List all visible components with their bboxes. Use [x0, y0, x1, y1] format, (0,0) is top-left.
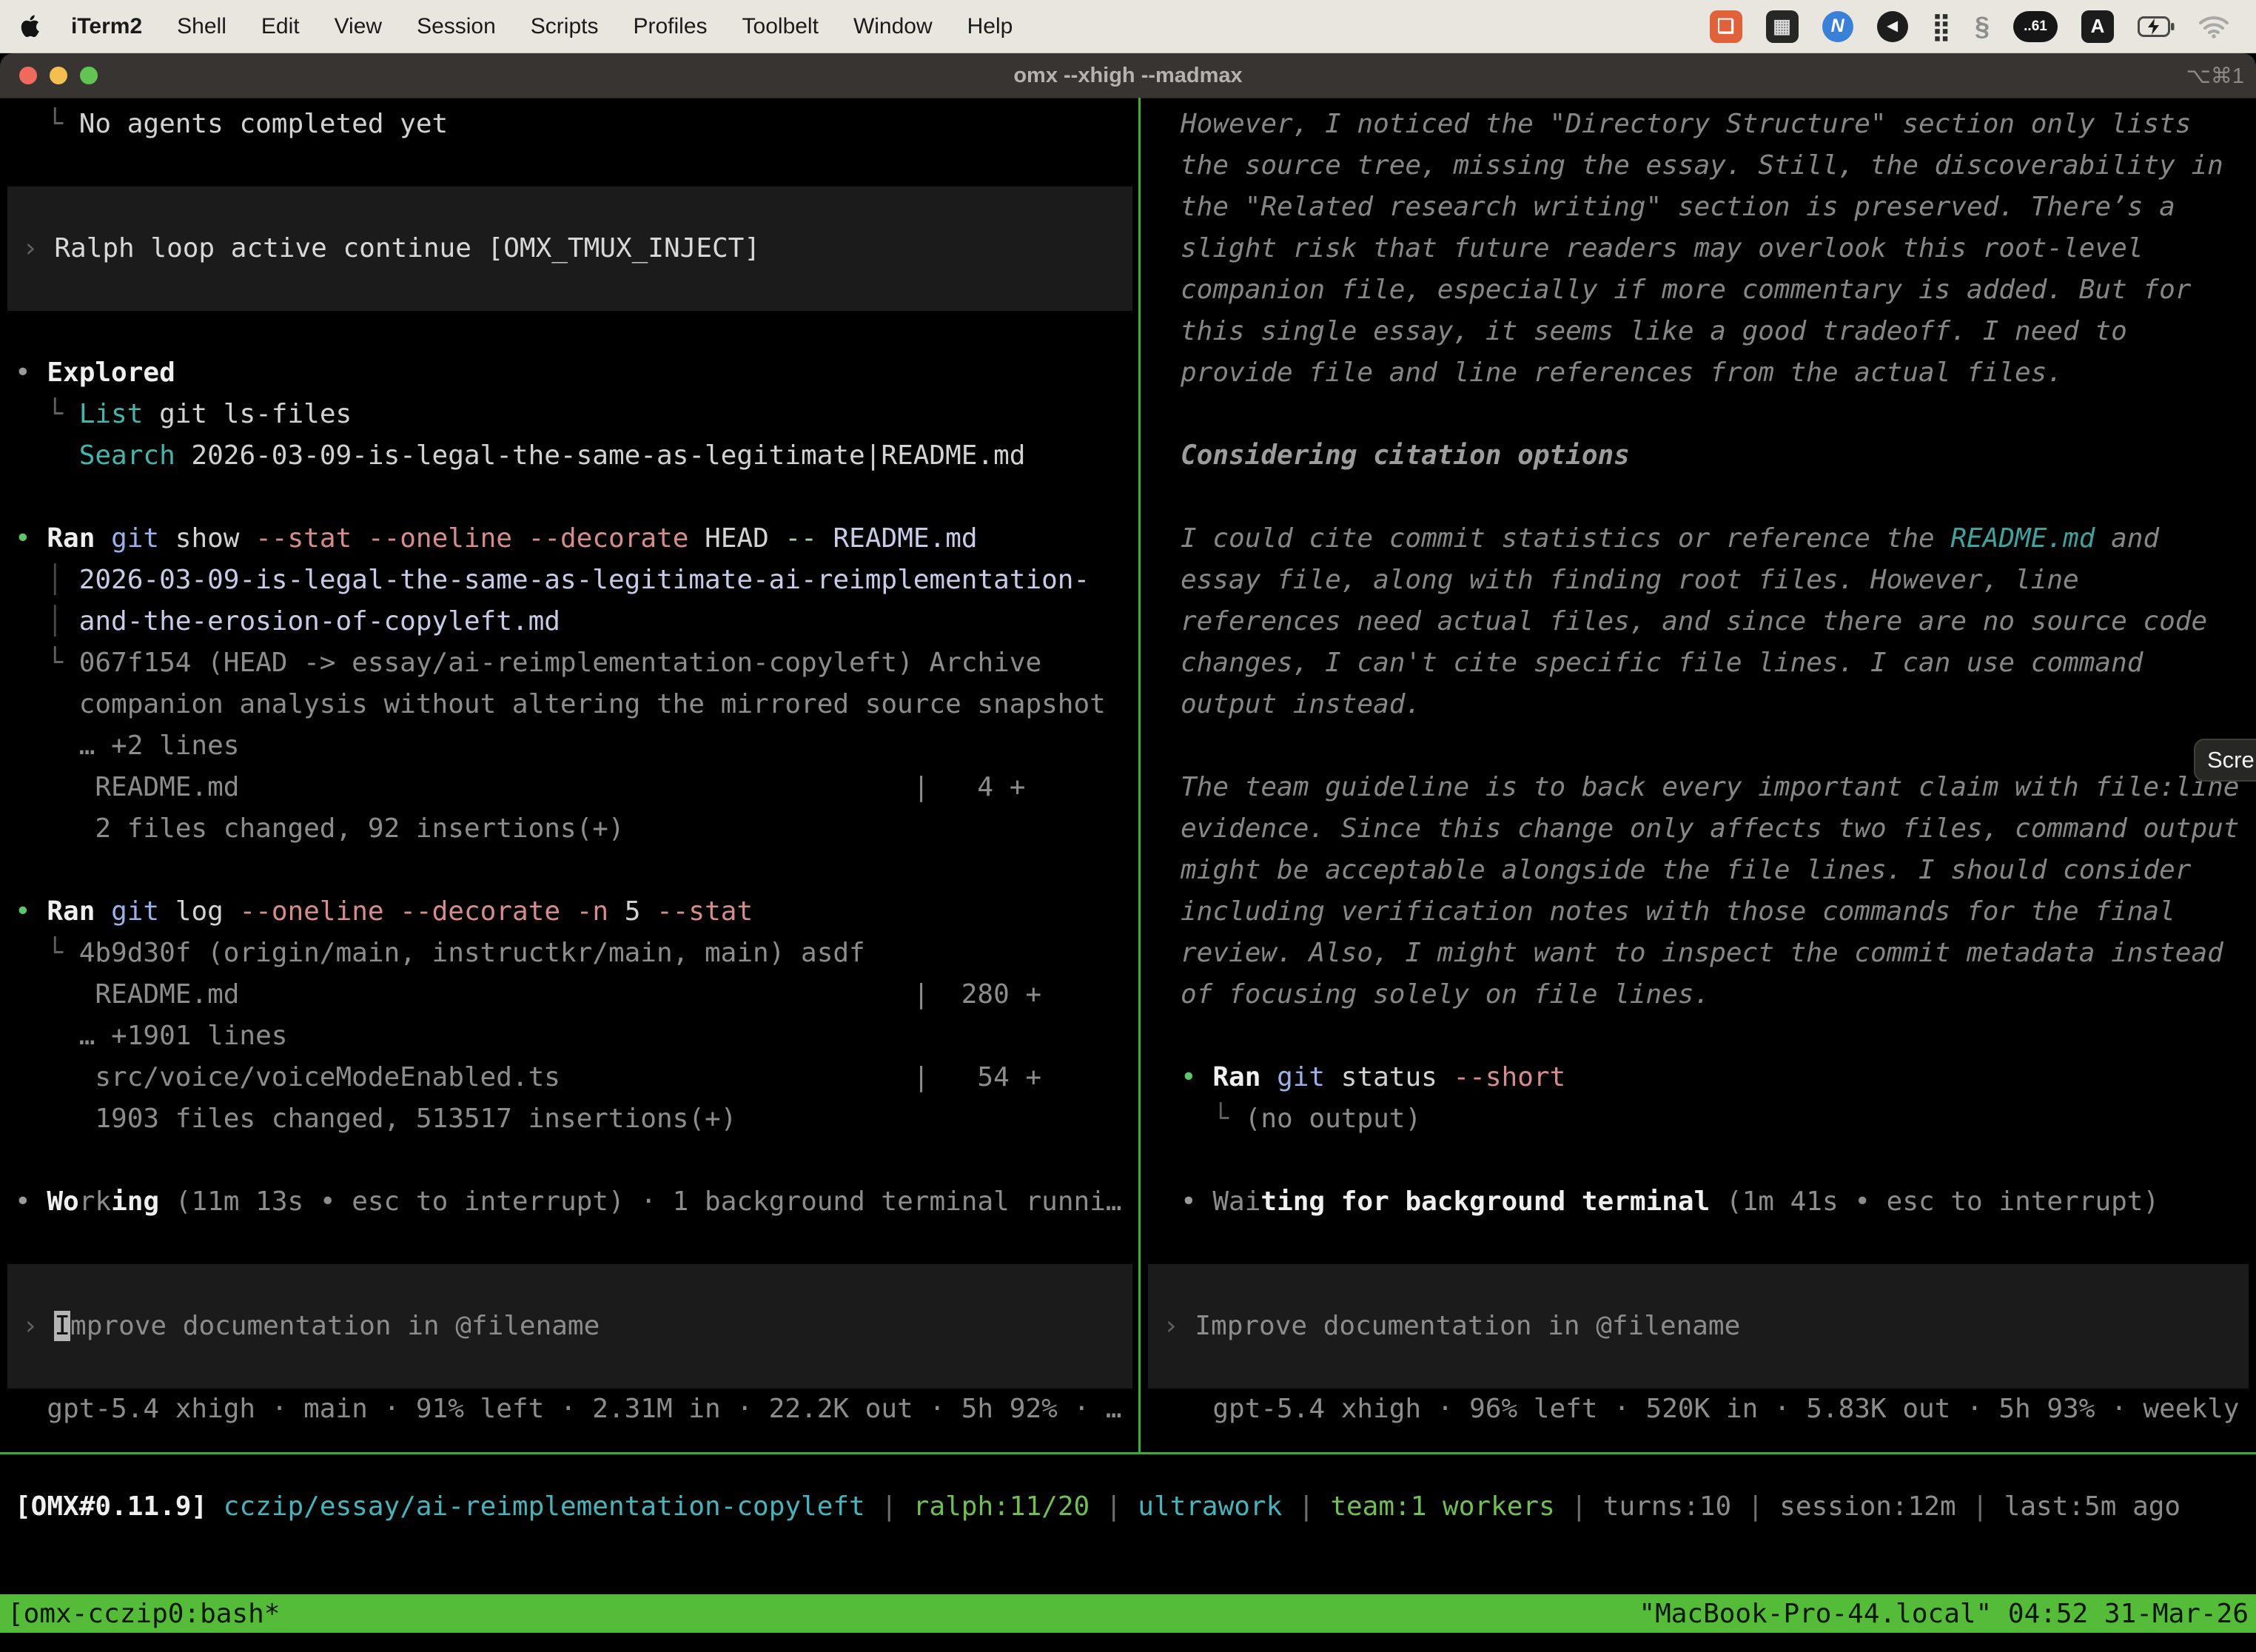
terminal-line: README.md | 4 +: [15, 767, 1138, 808]
terminal-blank-line: [15, 311, 1138, 352]
left-terminal-pane[interactable]: └ No agents completed yet › Ralph loop ac…: [0, 98, 1138, 1452]
terminal-line: … +2 lines: [15, 725, 1138, 767]
prompt[interactable]: › Improve documentation in @filename: [7, 1264, 1132, 1389]
tmux-status-bar: [omx-cczip0:bash* "MacBook-Pro-44.local"…: [0, 1594, 2256, 1633]
menu-help[interactable]: Help: [967, 14, 1013, 39]
window-title: omx --xhigh --madmax: [0, 53, 2256, 98]
terminal-line: … +1901 lines: [15, 1015, 1138, 1057]
terminal-line: changes, I can't cite specific file line…: [1181, 642, 2256, 684]
terminal-line: │ and-the-erosion-of-copyleft.md: [15, 601, 1138, 642]
wifi-icon[interactable]: [2198, 15, 2229, 38]
tmux-session-label: [omx-cczip0:bash*: [7, 1599, 280, 1629]
omx-status-line: [OMX#0.11.9] cczip/essay/ai-reimplementa…: [15, 1486, 2181, 1528]
terminal-line: • Waiting for background terminal (1m 41…: [1181, 1181, 2256, 1223]
terminal-line: provide file and line references from th…: [1181, 352, 2256, 394]
terminal-line: › Improve documentation in @filename: [22, 1306, 600, 1347]
screen: iTerm2 Shell Edit View Session Scripts Profile…: [0, 0, 2256, 1652]
terminal-line: the "Related research writing" section i…: [1181, 187, 2256, 228]
terminal-blank-line: [1181, 477, 2256, 518]
terminal-line: › Improve documentation in @filename: [1163, 1306, 1740, 1347]
terminal-blank-line: [1181, 725, 2256, 767]
terminal-line: output instead.: [1181, 684, 2256, 725]
terminal-line: └ 067f154 (HEAD -> essay/ai-reimplementa…: [15, 642, 1138, 684]
terminal-line: │ 2026-03-09-is-legal-the-same-as-legiti…: [15, 560, 1138, 601]
dark-crescent-icon[interactable]: ◄: [1877, 11, 1908, 42]
terminal-line: └ 4b9d30f (origin/main, instructkr/main,…: [15, 933, 1138, 974]
terminal-line: references need actual files, and since …: [1181, 601, 2256, 642]
blue-n-badge-icon[interactable]: N: [1822, 11, 1853, 42]
terminal-line: essay file, along with finding root file…: [1181, 560, 2256, 601]
terminal-line: └ No agents completed yet: [15, 104, 1138, 145]
apple-icon[interactable]: [19, 13, 41, 40]
menu-session[interactable]: Session: [417, 14, 496, 39]
terminal-line: slight risk that future readers may over…: [1181, 228, 2256, 269]
screen-tooltip: Scre: [2194, 739, 2256, 782]
window-shortcut-badge: ⌥⌘1: [2186, 53, 2244, 98]
terminal-line: the source tree, missing the essay. Stil…: [1181, 145, 2256, 187]
terminal-line: review. Also, I might want to inspect th…: [1181, 933, 2256, 974]
dots-grid-icon[interactable]: ⣿: [1932, 11, 1951, 42]
menu-status-icons: ❏ ▦ N ◄ ⣿ § ..61 A: [1710, 10, 2229, 43]
terminal-line: I could cite commit statistics or refere…: [1181, 518, 2256, 560]
terminal-line: • Ran git status --short: [1181, 1057, 2256, 1098]
menu-items: iTerm2 Shell Edit View Session Scripts Profile…: [71, 14, 1013, 39]
terminal-line: • Working (11m 13s • esc to interrupt) ·…: [15, 1181, 1138, 1223]
menu-toolbelt[interactable]: Toolbelt: [742, 14, 819, 39]
window-title-bar[interactable]: omx --xhigh --madmax ⌥⌘1: [0, 53, 2256, 98]
terminal-line: • Explored: [15, 352, 1138, 394]
menu-shell[interactable]: Shell: [177, 14, 226, 39]
terminal-line: src/voice/voiceModeEnabled.ts | 54 +: [15, 1057, 1138, 1098]
menu-view[interactable]: View: [335, 14, 382, 39]
terminal-blank-line: [15, 477, 1138, 518]
terminal-line: Considering citation options: [1181, 435, 2256, 477]
terminal-line: might be acceptable alongside the file l…: [1181, 850, 2256, 891]
battery-icon[interactable]: [2138, 16, 2175, 37]
terminal-line: • Ran git show --stat --oneline --decora…: [15, 518, 1138, 560]
menu-bar: iTerm2 Shell Edit View Session Scripts Profile…: [0, 0, 2256, 53]
terminal-blank-line: [1181, 1140, 2256, 1181]
terminal-line: └ List git ls-files: [15, 394, 1138, 435]
terminal-line: 1903 files changed, 513517 insertions(+): [15, 1098, 1138, 1140]
menu-profiles[interactable]: Profiles: [633, 14, 707, 39]
terminal-line: › Ralph loop active continue [OMX_TMUX_I…: [22, 228, 760, 269]
terminal-line: Search 2026-03-09-is-legal-the-same-as-l…: [15, 435, 1138, 477]
terminal-line: 2 files changed, 92 insertions(+): [15, 808, 1138, 850]
terminal-blank-line: [1181, 394, 2256, 435]
terminal-line: this single essay, it seems like a good …: [1181, 311, 2256, 352]
shield-grid-icon[interactable]: ▦: [1766, 10, 1799, 43]
terminal-line: README.md | 280 +: [15, 974, 1138, 1015]
menu-window[interactable]: Window: [853, 14, 933, 39]
terminal-blank-line: [15, 1140, 1138, 1181]
terminal-line: gpt-5.4 xhigh · 96% left · 520K in · 5.8…: [1181, 1389, 2256, 1430]
terminal-blank-line: [15, 145, 1138, 187]
terminal-line: evidence. Since this change only affects…: [1181, 808, 2256, 850]
terminal-blank-line: [15, 1223, 1138, 1264]
terminal-line: of focusing solely on file lines.: [1181, 974, 2256, 1015]
terminal-line: The team guideline is to back every impo…: [1181, 767, 2256, 808]
terminal-line: gpt-5.4 xhigh · main · 91% left · 2.31M …: [15, 1389, 1138, 1430]
tmux-host-clock: "MacBook-Pro-44.local" 04:52 31-Mar-26: [1639, 1599, 2249, 1629]
chat-app-icon[interactable]: ❏: [1710, 10, 1742, 43]
menu-iterm2[interactable]: iTerm2: [71, 14, 142, 39]
terminal-line: companion file, especially if more comme…: [1181, 269, 2256, 311]
menu-edit[interactable]: Edit: [261, 14, 300, 39]
menu-scripts[interactable]: Scripts: [531, 14, 599, 39]
terminal-line: └ (no output): [1181, 1098, 2256, 1140]
terminal-line: companion analysis without altering the …: [15, 684, 1138, 725]
squiggle-icon[interactable]: §: [1975, 11, 1990, 42]
right-terminal-pane[interactable]: However, I noticed the "Directory Struct…: [1141, 98, 2256, 1452]
pane-divider-horizontal: [0, 1452, 2256, 1454]
badge-61-icon[interactable]: ..61: [2013, 11, 2058, 42]
terminal-line: • Ran git log --oneline --decorate -n 5 …: [15, 891, 1138, 933]
terminal-blank-line: [15, 850, 1138, 891]
iterm-window: omx --xhigh --madmax ⌥⌘1 └ No agents com…: [0, 53, 2256, 1652]
terminal-line: including verification notes with those …: [1181, 891, 2256, 933]
prompt[interactable]: › Improve documentation in @filename: [1148, 1264, 2249, 1389]
terminal-line: However, I noticed the "Directory Struct…: [1181, 104, 2256, 145]
a-app-icon[interactable]: A: [2081, 10, 2114, 43]
terminal-blank-line: [1181, 1015, 2256, 1057]
terminal-blank-line: [1181, 1223, 2256, 1264]
screen-tooltip-text: Scre: [2207, 747, 2255, 773]
injected-message-box: › Ralph loop active continue [OMX_TMUX_I…: [7, 187, 1132, 311]
